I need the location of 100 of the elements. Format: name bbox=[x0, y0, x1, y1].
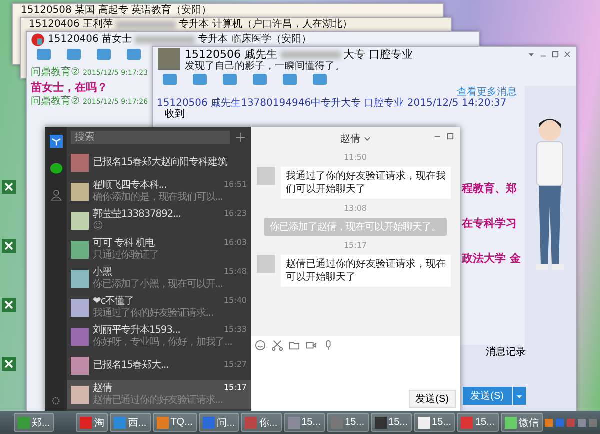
chat-title: 赵倩 bbox=[340, 132, 360, 146]
message-time: 13:08 bbox=[344, 204, 368, 213]
message-preview: ☺ bbox=[93, 220, 104, 232]
spreadsheet-icon[interactable] bbox=[2, 357, 16, 371]
message-text: 收到 bbox=[164, 109, 185, 120]
send-button[interactable]: 发送(S) bbox=[408, 390, 456, 408]
chat-list-item[interactable]: 已报名15春郑大赵向阳专科建筑 bbox=[67, 148, 251, 177]
contact-name: 已报名15春郑大... bbox=[93, 360, 169, 372]
message-time: 16:03 bbox=[224, 238, 247, 248]
avatar-photo bbox=[71, 386, 89, 404]
avatar-photo bbox=[71, 154, 89, 172]
message-text: 程教育、郑 bbox=[462, 182, 517, 195]
send-options-button[interactable] bbox=[513, 387, 526, 405]
avatar-photo bbox=[71, 212, 89, 230]
scissors-icon[interactable] bbox=[272, 340, 283, 351]
message-time: 15:33 bbox=[224, 324, 247, 336]
contacts-icon[interactable] bbox=[50, 189, 62, 202]
taskbar-button[interactable]: 微信 bbox=[500, 413, 543, 432]
message-bubble: 我通过了你的好友验证请求，现在我们可以开始聊天了 bbox=[281, 167, 451, 199]
window-title: 专升本 临床医学（安阳） bbox=[198, 34, 312, 46]
microphone-icon[interactable] bbox=[323, 340, 334, 351]
search-field[interactable]: 搜索 bbox=[71, 131, 230, 144]
spreadsheet-icon[interactable] bbox=[2, 180, 16, 194]
taskbar-button[interactable]: 15... bbox=[327, 413, 369, 432]
chat-list-item[interactable]: 已报名15春郑大... 15:27 bbox=[67, 351, 251, 380]
message-text: 政法大学 金 bbox=[462, 252, 521, 265]
taskbar-button[interactable]: 15... bbox=[414, 413, 456, 432]
window-title: 15120506 戚先生 bbox=[185, 48, 278, 61]
window-title: 15120508 某国 高起专 英语教育（安阳） bbox=[21, 5, 212, 17]
taskbar-button[interactable]: 你... bbox=[241, 413, 282, 432]
chat-list-item[interactable]: 翟顺飞四专本科... 16:51 确你添加的是，现在我们可以... bbox=[67, 177, 251, 206]
send-button[interactable]: 发送(S) bbox=[462, 387, 512, 405]
avatar-photo bbox=[158, 48, 180, 70]
chevron-down-icon[interactable] bbox=[364, 136, 370, 142]
message-preview: 你已添加了小黑，现在可以开... bbox=[93, 278, 224, 290]
chat-list-item[interactable]: 可可 专科 机电 16:03 只通过你验证了 bbox=[67, 235, 251, 264]
message-sender: 问鼎教育② bbox=[31, 96, 80, 108]
message-time: 11:50 bbox=[344, 153, 368, 162]
spreadsheet-icon[interactable] bbox=[2, 298, 16, 312]
window-title: 15120406 苗女士 bbox=[48, 34, 132, 46]
video-icon[interactable] bbox=[306, 340, 317, 351]
blurred-text bbox=[116, 21, 176, 29]
close-icon[interactable] bbox=[564, 51, 571, 58]
more-messages-link[interactable]: 查看更多消息 bbox=[456, 87, 517, 98]
taskbar-button[interactable]: 淘 bbox=[76, 413, 108, 432]
minimize-icon[interactable] bbox=[434, 133, 441, 140]
contact-name: 可可 专科 机电 bbox=[93, 238, 155, 250]
message-sender: 15120506 戚先生13780194946中专升大专 口腔专业 2015/12/5 14:20:37 bbox=[157, 98, 507, 109]
avatar-photo bbox=[71, 182, 89, 200]
folder-icon[interactable] bbox=[289, 340, 300, 351]
add-icon[interactable] bbox=[236, 133, 245, 142]
message-time: 15:17 bbox=[344, 241, 368, 250]
chat-list-item[interactable]: 小黑 15:48 你已添加了小黑，现在可以开... bbox=[67, 264, 251, 293]
avatar-photo bbox=[71, 240, 89, 258]
chat-icon[interactable] bbox=[50, 162, 62, 175]
caret-icon bbox=[516, 392, 523, 400]
chat-list-item[interactable]: 赵倩 15:17 赵倩已通过你的好友验证请求... bbox=[67, 380, 251, 409]
avatar-photo bbox=[71, 270, 89, 288]
taskbar-button[interactable]: 15... bbox=[457, 413, 499, 432]
message-text: 在专科学习 bbox=[462, 217, 517, 230]
avatar-photo bbox=[71, 298, 89, 316]
maximize-icon[interactable] bbox=[552, 51, 559, 58]
message-time: 15:48 bbox=[224, 266, 247, 278]
taskbar-button[interactable]: 问... bbox=[198, 413, 240, 432]
contact-name: ❤c不懂了 bbox=[93, 296, 134, 308]
taskbar-button[interactable]: 15... bbox=[284, 413, 326, 432]
avatar-photo bbox=[257, 255, 275, 273]
message-time: 16:51 bbox=[224, 180, 247, 190]
taskbar-button[interactable]: 15... bbox=[370, 413, 412, 432]
chat-list-item[interactable]: 郭莹莹133837892... 16:23 ☺ bbox=[67, 206, 251, 235]
taskbar-button[interactable]: TQ... bbox=[152, 413, 197, 432]
taskbar-button[interactable]: 西... bbox=[110, 413, 151, 432]
window-title: 大专 口腔专业 bbox=[344, 48, 413, 61]
spreadsheet-icon[interactable] bbox=[2, 239, 16, 253]
avatar-photo bbox=[257, 167, 275, 185]
settings-icon[interactable] bbox=[51, 396, 61, 406]
contact-name: 刘丽平专升本1593... bbox=[93, 324, 180, 336]
blurred-text bbox=[135, 36, 196, 44]
message-bubble: 赵倩已通过你的好友验证请求，现在可以开始聊天了 bbox=[281, 255, 451, 287]
message-text: 苗女士，在吗？ bbox=[31, 81, 108, 94]
chat-list-item[interactable]: ❤c不懂了 15:40 我通过了你的好友验证请求... bbox=[67, 293, 251, 322]
blurred-text bbox=[280, 50, 340, 58]
maximize-icon[interactable] bbox=[447, 133, 454, 140]
message-preview: 确你添加的是，现在我们可以... bbox=[93, 192, 224, 204]
message-time: 16:23 bbox=[224, 208, 247, 220]
taskbar-button[interactable]: 郑... bbox=[14, 413, 54, 432]
avatar-photo bbox=[71, 356, 89, 374]
caret-icon[interactable] bbox=[528, 51, 535, 58]
message-preview: 我通过了你的好友验证请求... bbox=[93, 308, 215, 320]
signature-text: 发现了自己的影子，一瞬间懂得了。 bbox=[185, 61, 346, 72]
contact-name: 郭莹莹133837892... bbox=[93, 208, 181, 220]
app-logo-icon bbox=[50, 135, 62, 148]
message-preview: 赵倩已通过你的好友验证请求... bbox=[93, 394, 224, 406]
message-history-button[interactable]: 消息记录 bbox=[486, 345, 526, 359]
emoji-icon[interactable] bbox=[255, 340, 266, 351]
contact-name: 翟顺飞四专本科... bbox=[93, 180, 167, 192]
message-sender: 问鼎教育② bbox=[31, 67, 80, 79]
chat-list-item[interactable]: 刘丽平专升本1593... 15:33 你好呀，专业吗，你好，加我了... bbox=[67, 322, 251, 351]
system-message: 你已添加了赵倩，现在可以开始聊天了。 bbox=[264, 218, 447, 236]
window-title: 专升本 计算机（户口许昌，人在湖北） bbox=[179, 19, 352, 31]
